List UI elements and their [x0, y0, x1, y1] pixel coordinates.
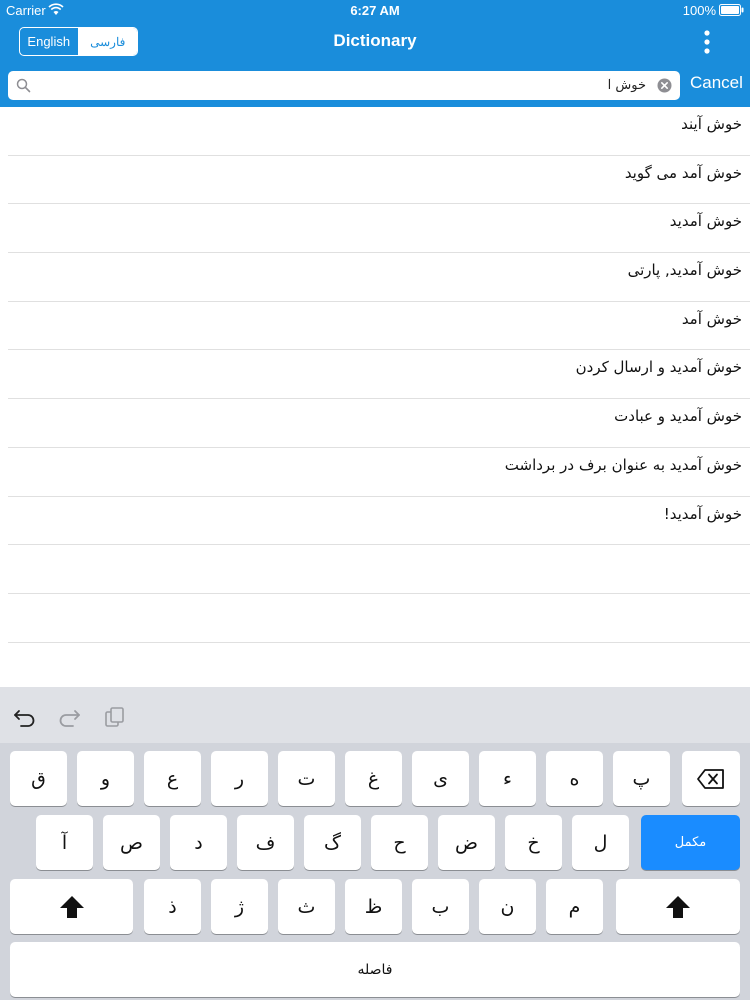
empty-row	[8, 643, 750, 687]
search-field	[8, 71, 680, 100]
key-zad[interactable]: ض	[438, 815, 495, 870]
paste-icon[interactable]	[104, 707, 128, 727]
keyboard: ق و ع ر ت غ ی ء ه پ آ ص د ف گ ح ض خ ل مک…	[0, 687, 750, 1000]
key-ye[interactable]: ی	[412, 751, 469, 806]
key-dal[interactable]: د	[170, 815, 227, 870]
result-text: خوش آمدید به عنوان برف در برداشت	[504, 455, 742, 474]
battery-icon	[719, 4, 744, 16]
key-re[interactable]: ر	[211, 751, 268, 806]
result-text: خوش آمدید	[669, 212, 742, 231]
result-text: خوش آمدید و عبادت	[614, 407, 742, 426]
keyboard-shortcut-bar	[0, 687, 750, 743]
redo-icon[interactable]	[57, 707, 81, 727]
key-alef-madde[interactable]: آ	[36, 815, 93, 870]
battery-percent: 100%	[682, 3, 716, 18]
search-icon	[16, 78, 31, 93]
key-khe[interactable]: خ	[505, 815, 562, 870]
backspace-icon	[697, 768, 724, 789]
key-ein[interactable]: ع	[144, 751, 201, 806]
complete-key[interactable]: مکمل	[641, 815, 740, 870]
list-item[interactable]: خوش آمدید, پارتی	[8, 253, 750, 302]
status-time: 6:27 AM	[350, 3, 400, 18]
key-he-jimi[interactable]: ح	[371, 815, 428, 870]
cancel-button[interactable]: Cancel	[690, 73, 743, 93]
shift-key-left[interactable]	[10, 879, 133, 934]
list-item[interactable]: خوش آمدید به عنوان برف در برداشت	[8, 448, 750, 497]
key-hamze[interactable]: ء	[479, 751, 536, 806]
empty-row	[8, 594, 750, 643]
result-text: خوش آمدید, پارتی	[627, 261, 742, 280]
key-te[interactable]: ت	[278, 751, 335, 806]
key-zhe[interactable]: ژ	[211, 879, 268, 934]
result-text: خوش آمد	[681, 309, 742, 328]
key-mim[interactable]: م	[546, 879, 603, 934]
key-qaf[interactable]: ق	[10, 751, 67, 806]
key-ghein[interactable]: غ	[345, 751, 402, 806]
key-sad[interactable]: ص	[103, 815, 160, 870]
page-title: Dictionary	[333, 31, 417, 50]
key-vav[interactable]: و	[77, 751, 134, 806]
search-input[interactable]	[38, 71, 650, 100]
list-item[interactable]: خوش آمد	[8, 302, 750, 351]
result-text: خوش آمدید و ارسال کردن	[575, 358, 742, 377]
status-bar: Carrier 6:27 AM 100%	[0, 0, 750, 22]
space-key[interactable]: فاصله	[10, 942, 740, 997]
list-item[interactable]: خوش آمد می گوید	[8, 156, 750, 205]
key-be[interactable]: ب	[412, 879, 469, 934]
key-he[interactable]: ه	[546, 751, 603, 806]
more-vertical-icon[interactable]	[700, 28, 714, 56]
empty-row	[8, 545, 750, 594]
key-pe[interactable]: پ	[613, 751, 670, 806]
app-header: Carrier 6:27 AM 100% English فارسی Dicti…	[0, 0, 750, 107]
key-noon[interactable]: ن	[479, 879, 536, 934]
search-bar: Cancel	[0, 64, 750, 107]
undo-icon[interactable]	[13, 707, 37, 727]
result-text: خوش آیند	[681, 115, 742, 133]
shift-icon	[59, 895, 84, 918]
shift-icon	[666, 895, 690, 918]
clear-search-icon[interactable]	[657, 78, 672, 93]
list-item[interactable]: خوش آمدید و ارسال کردن	[8, 350, 750, 400]
delete-key[interactable]	[682, 751, 740, 806]
shift-key-right[interactable]	[616, 879, 740, 934]
key-gaf[interactable]: گ	[304, 815, 361, 870]
key-fe[interactable]: ف	[237, 815, 294, 870]
key-lam[interactable]: ل	[572, 815, 629, 870]
list-item[interactable]: خوش آمدید!	[8, 497, 750, 546]
result-text: خوش آمدید!	[663, 504, 742, 523]
nav-bar: English فارسی Dictionary	[0, 22, 750, 64]
list-item[interactable]: خوش آمدید و عبادت	[8, 399, 750, 448]
key-se[interactable]: ث	[278, 879, 335, 934]
key-za[interactable]: ظ	[345, 879, 402, 934]
key-zal[interactable]: ذ	[144, 879, 201, 934]
list-item[interactable]: خوش آیند	[8, 107, 750, 156]
results-list: خوش آیند خوش آمد می گوید خوش آمدید خوش آ…	[0, 107, 750, 687]
list-item[interactable]: خوش آمدید	[8, 204, 750, 254]
result-text: خوش آمد می گوید	[624, 163, 742, 182]
